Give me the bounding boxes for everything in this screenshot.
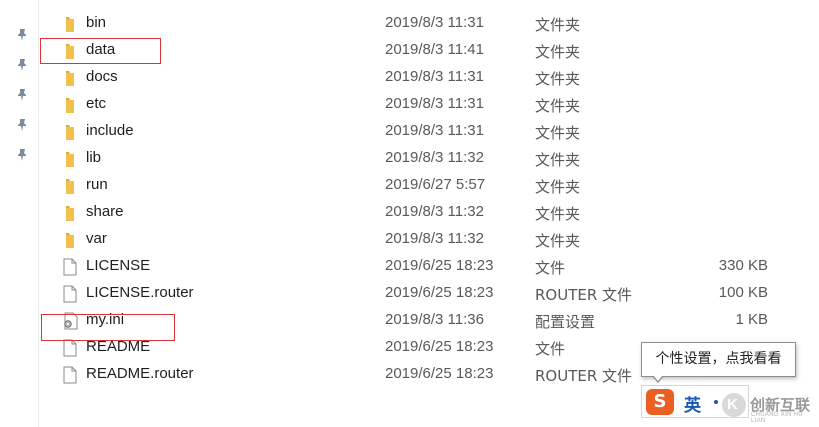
watermark: K 创新互联 CHUANG XIN HU LIAN <box>720 391 819 424</box>
file-name: run <box>86 176 108 193</box>
highlight-box-data <box>40 38 161 64</box>
pin-icon[interactable] <box>15 58 29 72</box>
folder-icon <box>62 204 78 222</box>
file-name: include <box>86 122 134 139</box>
file-date-modified: 2019/8/3 11:32 <box>385 230 484 247</box>
pin-icon[interactable] <box>15 28 29 42</box>
file-row[interactable]: docs 2019/8/3 11:31 文件夹 <box>40 64 819 91</box>
file-name: LICENSE <box>86 257 151 274</box>
file-name: LICENSE.router <box>86 284 194 301</box>
folder-icon <box>62 96 78 114</box>
file-date-modified: 2019/8/3 11:31 <box>385 122 484 139</box>
ime-language-toggle[interactable]: 英 <box>684 391 701 416</box>
file-date-modified: 2019/6/27 5:57 <box>385 176 486 193</box>
file-name: var <box>86 230 107 247</box>
file-row[interactable]: etc 2019/8/3 11:31 文件夹 <box>40 91 819 118</box>
folder-icon <box>62 231 78 249</box>
file-name: etc <box>86 95 107 112</box>
sogou-logo-icon[interactable]: S <box>646 389 674 415</box>
file-date-modified: 2019/8/3 11:41 <box>385 41 484 58</box>
file-date-modified: 2019/8/3 11:36 <box>385 311 484 328</box>
pin-icon[interactable] <box>15 148 29 162</box>
watermark-logo-icon: K <box>722 393 746 417</box>
file-icon <box>62 339 78 357</box>
file-type: 文件夹 <box>535 97 581 115</box>
file-type: 配置设置 <box>535 313 596 331</box>
file-name: share <box>86 203 124 220</box>
file-row[interactable]: run 2019/6/27 5:57 文件夹 <box>40 172 819 199</box>
pin-icon[interactable] <box>15 118 29 132</box>
file-type: 文件夹 <box>535 205 581 223</box>
file-date-modified: 2019/6/25 18:23 <box>385 338 494 355</box>
tooltip-tail-inner <box>653 375 663 381</box>
file-date-modified: 2019/6/25 18:23 <box>385 284 494 301</box>
pin-icon[interactable] <box>15 88 29 102</box>
folder-icon <box>62 123 78 141</box>
file-type: 文件夹 <box>535 16 581 34</box>
file-type: 文件夹 <box>535 232 581 250</box>
file-type: 文件夹 <box>535 124 581 142</box>
file-size: 100 KB <box>718 284 768 301</box>
file-date-modified: 2019/8/3 11:32 <box>385 203 484 220</box>
file-type: ROUTER 文件 <box>535 286 633 304</box>
file-date-modified: 2019/6/25 18:23 <box>385 257 494 274</box>
file-date-modified: 2019/8/3 11:31 <box>385 68 484 85</box>
file-type: 文件夹 <box>535 43 581 61</box>
file-name: lib <box>86 149 102 166</box>
file-type: 文件 <box>535 340 566 358</box>
file-icon <box>62 258 78 276</box>
file-type: ROUTER 文件 <box>535 367 633 385</box>
file-date-modified: 2019/8/3 11:31 <box>385 95 484 112</box>
folder-icon <box>62 177 78 195</box>
ime-tooltip[interactable]: 个性设置，点我看看 <box>641 342 796 377</box>
folder-icon <box>62 69 78 87</box>
file-icon <box>62 366 78 384</box>
file-row[interactable]: bin 2019/8/3 11:31 文件夹 <box>40 10 819 37</box>
file-row[interactable]: share 2019/8/3 11:32 文件夹 <box>40 199 819 226</box>
file-row[interactable]: var 2019/8/3 11:32 文件夹 <box>40 226 819 253</box>
file-type: 文件夹 <box>535 178 581 196</box>
watermark-subtext: CHUANG XIN HU LIAN <box>751 412 803 424</box>
file-size: 1 KB <box>735 311 768 328</box>
file-type: 文件夹 <box>535 151 581 169</box>
folder-icon <box>62 15 78 33</box>
file-date-modified: 2019/6/25 18:23 <box>385 365 494 382</box>
file-icon <box>62 285 78 303</box>
file-row[interactable]: lib 2019/8/3 11:32 文件夹 <box>40 145 819 172</box>
file-name: docs <box>86 68 118 85</box>
file-date-modified: 2019/8/3 11:32 <box>385 149 484 166</box>
file-row[interactable]: LICENSE.router 2019/6/25 18:23 ROUTER 文件… <box>40 280 819 307</box>
file-name: bin <box>86 14 107 31</box>
file-size: 330 KB <box>718 257 768 274</box>
file-row[interactable]: include 2019/8/3 11:31 文件夹 <box>40 118 819 145</box>
file-type: 文件夹 <box>535 70 581 88</box>
highlight-box-my-ini <box>41 314 175 341</box>
punctuation-dot-icon[interactable] <box>714 400 718 404</box>
file-type: 文件 <box>535 259 566 277</box>
file-date-modified: 2019/8/3 11:31 <box>385 14 484 31</box>
file-name: README.router <box>86 365 194 382</box>
file-row[interactable]: LICENSE 2019/6/25 18:23 文件 330 KB <box>40 253 819 280</box>
navigation-pane <box>0 0 39 427</box>
folder-icon <box>62 150 78 168</box>
